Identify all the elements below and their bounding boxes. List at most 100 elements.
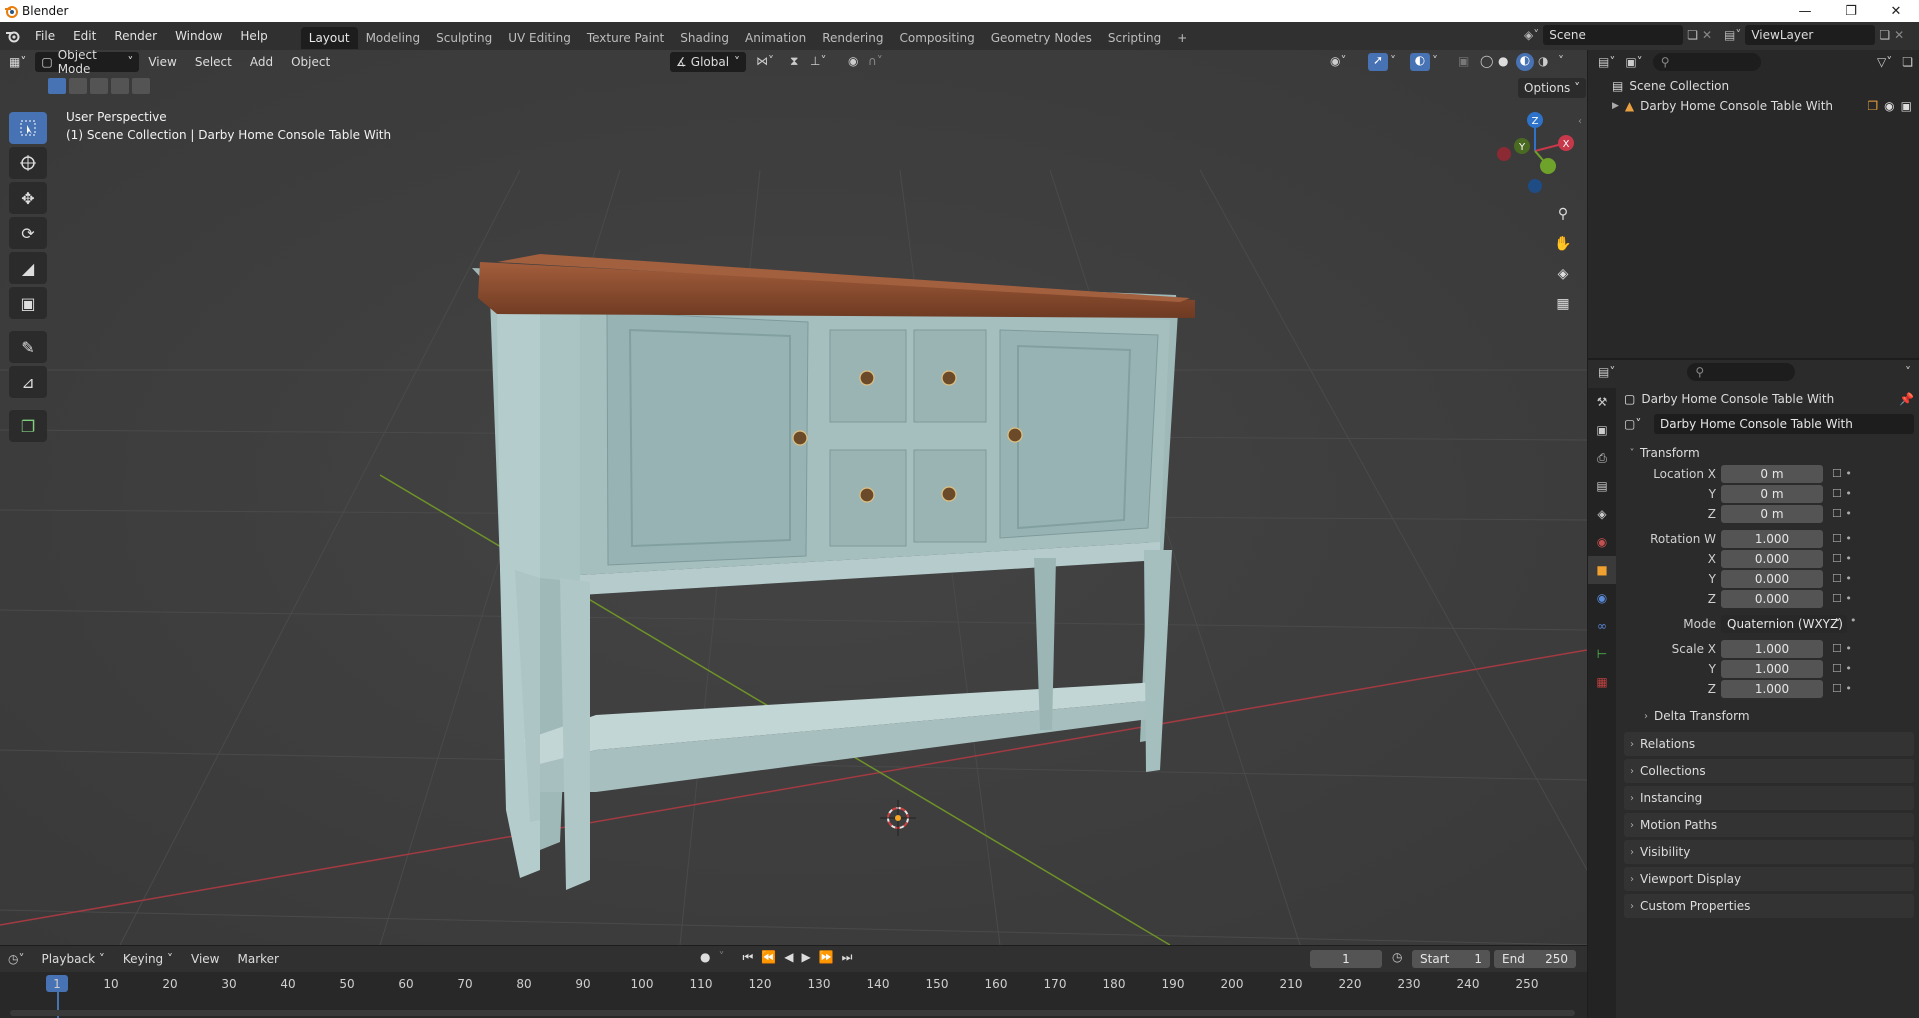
move-tool[interactable]: ✥ — [9, 182, 47, 214]
tab-uv-editing[interactable]: UV Editing — [500, 27, 579, 49]
options-dropdown[interactable]: Options ˅ — [1518, 78, 1587, 98]
rotation-y-field[interactable]: 0.000 — [1721, 570, 1823, 588]
lock-location-x-icon[interactable]: ☐ • — [1832, 464, 1872, 484]
gizmo-dropdown-icon[interactable]: ˅ — [1390, 54, 1396, 68]
scene-tab-icon[interactable]: ◈ — [1588, 500, 1616, 528]
rotation-z-field[interactable]: 0.000 — [1721, 590, 1823, 608]
scale-x-field[interactable]: 1.000 — [1721, 640, 1823, 658]
data-browse-icon[interactable]: ▢˅ — [1624, 417, 1650, 431]
menu-object[interactable]: Object — [282, 50, 339, 74]
view-layer-tab-icon[interactable]: ▤ — [1588, 472, 1616, 500]
current-frame-field[interactable]: 1 — [1310, 950, 1382, 968]
rotation-x-field[interactable]: 0.000 — [1721, 550, 1823, 568]
zoom-icon[interactable]: ⚲ — [1551, 202, 1575, 226]
scale-y-field[interactable]: 1.000 — [1721, 660, 1823, 678]
falloff-icon[interactable]: ∩˅ — [868, 54, 883, 68]
start-frame-field[interactable]: Start 1 — [1412, 950, 1490, 968]
menu-window[interactable]: Window — [166, 22, 231, 50]
outliner-search-input[interactable]: ⚲ — [1652, 53, 1761, 71]
transform-panel-header[interactable]: ˅ Transform — [1624, 442, 1914, 464]
lock-rotation-y-icon[interactable]: ☐ • — [1832, 569, 1872, 589]
end-frame-field[interactable]: End 250 — [1494, 950, 1576, 968]
location-x-field[interactable]: 0 m — [1721, 465, 1823, 483]
collections-section[interactable]: › Collections — [1624, 759, 1914, 783]
transform-tool[interactable]: ▣ — [9, 287, 47, 319]
lock-scale-y-icon[interactable]: ☐ • — [1832, 659, 1872, 679]
solid-shading-icon[interactable]: ● — [1498, 54, 1508, 68]
lock-location-z-icon[interactable]: ☐ • — [1832, 504, 1872, 524]
data-tab-icon[interactable]: ⊢ — [1588, 640, 1616, 668]
menu-add[interactable]: Add — [241, 50, 282, 74]
tab-compositing[interactable]: Compositing — [891, 27, 982, 49]
new-scene-icon[interactable]: ❏ — [1687, 28, 1698, 42]
blender-menu-icon[interactable] — [0, 29, 26, 43]
gizmo-toggle-icon[interactable]: ➚ — [1368, 53, 1388, 71]
scale-z-field[interactable]: 1.000 — [1721, 680, 1823, 698]
menu-edit[interactable]: Edit — [64, 22, 105, 50]
viewport-display-section[interactable]: › Viewport Display — [1624, 867, 1914, 891]
camera-view-icon[interactable]: ◈ — [1551, 262, 1575, 286]
rotation-mode-dropdown[interactable]: Quaternion (WXYZ) ˅ — [1721, 615, 1847, 633]
custom-properties-section[interactable]: › Custom Properties — [1624, 894, 1914, 918]
next-keyframe-icon[interactable]: ⏩ — [819, 950, 834, 965]
view-layer-icon[interactable]: ▤˅ — [1724, 28, 1741, 42]
location-z-field[interactable]: 0 m — [1721, 505, 1823, 523]
menu-keying[interactable]: Keying ˅ — [114, 947, 182, 971]
tab-shading[interactable]: Shading — [672, 27, 737, 49]
object-name-field[interactable]: Darby Home Console Table With — [1654, 414, 1914, 434]
overlay-dropdown-icon[interactable]: ˅ — [1432, 54, 1438, 68]
tab-modeling[interactable]: Modeling — [358, 27, 429, 49]
shading-dropdown-icon[interactable]: ˅ — [1558, 54, 1564, 68]
play-reverse-icon[interactable]: ◀ — [784, 950, 793, 965]
rotation-w-field[interactable]: 1.000 — [1721, 530, 1823, 548]
pin-icon[interactable]: 📌 — [1899, 392, 1914, 406]
render-tab-icon[interactable]: ▣ — [1588, 416, 1616, 444]
delete-view-layer-icon[interactable]: ✕ — [1894, 28, 1904, 42]
scale-tool[interactable]: ◢ — [9, 252, 47, 284]
cursor-tool[interactable] — [9, 147, 47, 179]
navigation-gizmo[interactable]: Z X Y — [1492, 108, 1578, 194]
location-y-field[interactable]: 0 m — [1721, 485, 1823, 503]
outliner-row-scene-collection[interactable]: ▤ Scene Collection — [1612, 79, 1729, 93]
tool-tab-icon[interactable]: ⚒ — [1588, 388, 1616, 416]
select-box-tool[interactable] — [9, 112, 47, 144]
transform-orientation-dropdown[interactable]: ∡ Global ˅ — [670, 52, 746, 72]
annotate-tool[interactable]: ✎ — [9, 331, 47, 363]
view-layer-selector[interactable]: ViewLayer — [1745, 25, 1876, 45]
material-preview-icon[interactable]: ◐ — [1516, 53, 1534, 71]
menu-help[interactable]: Help — [231, 22, 276, 50]
select-intersect-icon[interactable] — [132, 78, 150, 94]
close-button[interactable]: ✕ — [1873, 0, 1919, 22]
camera-render-icon[interactable]: ▣ — [1901, 99, 1912, 113]
select-extend-icon[interactable] — [69, 78, 87, 94]
object-tab-icon[interactable]: ■ — [1588, 556, 1616, 584]
snap-target-icon[interactable]: ⊥˅ — [810, 54, 826, 68]
mode-keyframe-icon[interactable]: • — [1850, 614, 1857, 627]
tab-sculpting[interactable]: Sculpting — [428, 27, 500, 49]
menu-timeline-view[interactable]: View — [182, 947, 228, 971]
lock-scale-z-icon[interactable]: ☐ • — [1832, 679, 1872, 699]
restore-button[interactable]: ❐ — [1828, 0, 1874, 22]
menu-playback[interactable]: Playback ˅ — [32, 947, 113, 971]
instancing-section[interactable]: › Instancing — [1624, 786, 1914, 810]
filter-icon[interactable]: ▽˅ — [1877, 55, 1892, 69]
new-collection-icon[interactable]: ❏ — [1902, 55, 1913, 69]
frame-ruler[interactable]: 1 10 20 30 40 50 60 70 80 90 100 110 120… — [0, 972, 1587, 1018]
jump-end-icon[interactable]: ⏭ — [842, 950, 853, 965]
select-new-icon[interactable] — [48, 78, 66, 94]
menu-view[interactable]: View — [139, 50, 185, 74]
keying-dropdown-icon[interactable]: ˅ — [718, 950, 724, 965]
menu-marker[interactable]: Marker — [228, 947, 287, 971]
select-invert-icon[interactable] — [111, 78, 129, 94]
outliner-editor-icon[interactable]: ▤˅ — [1598, 55, 1615, 69]
jump-start-icon[interactable]: ⏮ — [742, 950, 753, 965]
relations-section[interactable]: › Relations — [1624, 732, 1914, 756]
pan-hand-icon[interactable]: ✋ — [1551, 232, 1575, 256]
tab-geometry-nodes[interactable]: Geometry Nodes — [983, 27, 1100, 49]
menu-file[interactable]: File — [26, 22, 64, 50]
lock-rotation-x-icon[interactable]: ☐ • — [1832, 549, 1872, 569]
delete-scene-icon[interactable]: ✕ — [1702, 28, 1712, 42]
sidebar-toggle-icon[interactable]: ‹ — [1578, 116, 1582, 127]
lock-location-y-icon[interactable]: ☐ • — [1832, 484, 1872, 504]
eye-icon[interactable]: ◉ — [1884, 99, 1894, 113]
